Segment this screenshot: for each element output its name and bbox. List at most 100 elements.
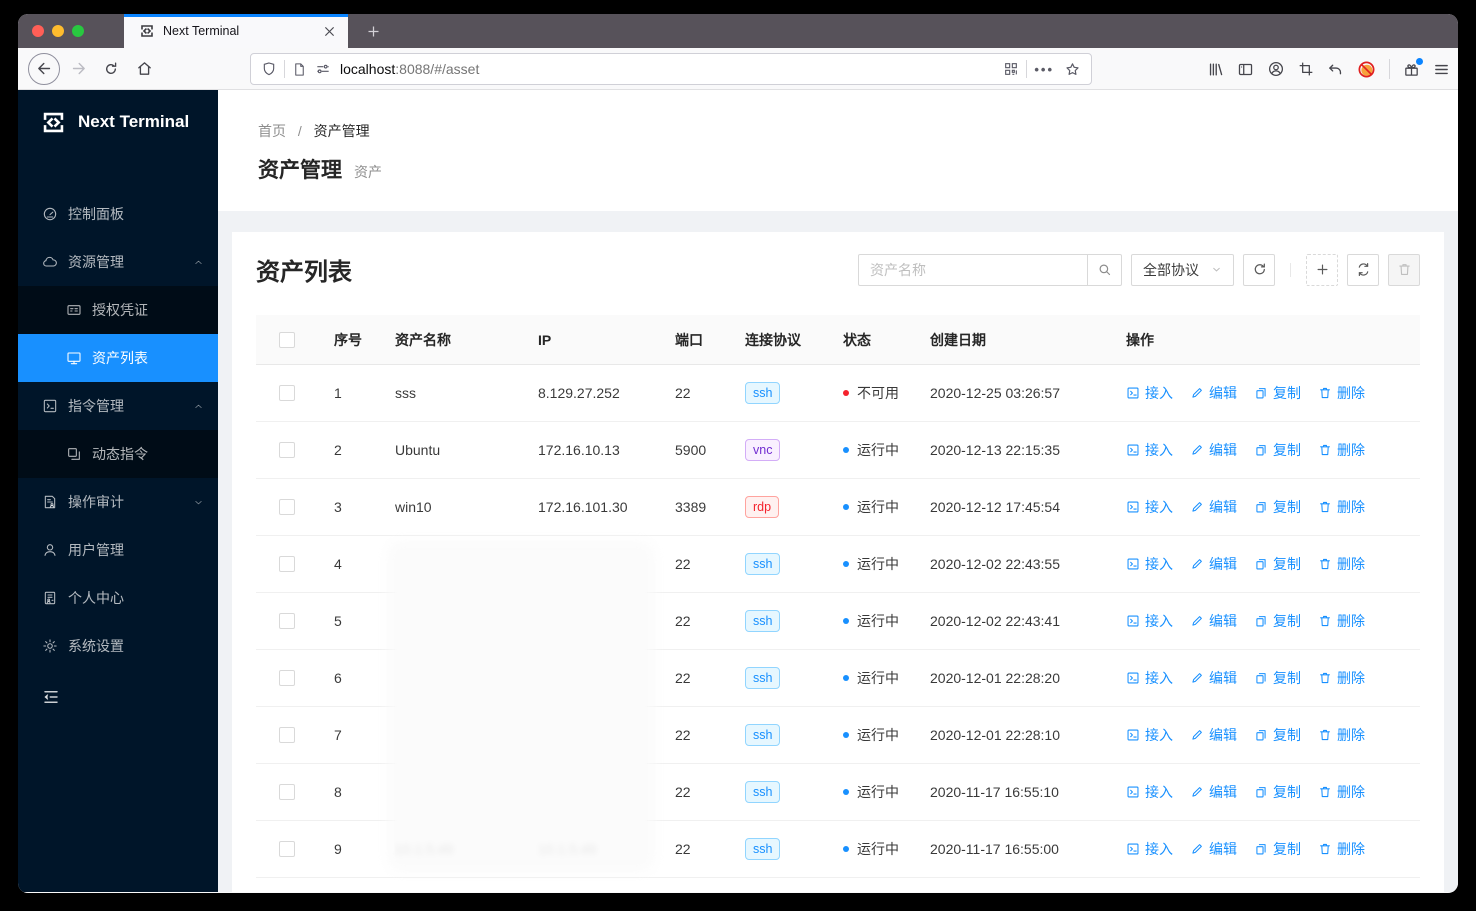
sidebar-item-resource[interactable]: 资源管理 [18, 238, 218, 286]
sidebar-item-profile[interactable]: 个人中心 [18, 574, 218, 622]
connect-link[interactable]: 接入 [1126, 839, 1173, 859]
edit-link[interactable]: 编辑 [1190, 611, 1237, 631]
window-minimize-button[interactable] [52, 25, 64, 37]
edit-link[interactable]: 编辑 [1190, 440, 1237, 460]
edit-link[interactable]: 编辑 [1190, 725, 1237, 745]
row-checkbox[interactable] [279, 727, 295, 743]
row-checkbox[interactable] [279, 556, 295, 572]
qr-code-icon[interactable] [1003, 61, 1019, 77]
connect-link[interactable]: 接入 [1126, 611, 1173, 631]
row-checkbox[interactable] [279, 670, 295, 686]
sidebar-item-command[interactable]: 指令管理 [18, 382, 218, 430]
row-checkbox[interactable] [279, 784, 295, 800]
connect-link[interactable]: 接入 [1126, 383, 1173, 403]
status-dot-icon [843, 561, 849, 567]
sidebar-item-dynamic-command[interactable]: 动态指令 [18, 430, 218, 478]
library-icon[interactable] [1207, 61, 1224, 78]
sidebars-icon[interactable] [1237, 61, 1254, 78]
row-checkbox[interactable] [279, 442, 295, 458]
sidebar-item-dashboard[interactable]: 控制面板 [18, 190, 218, 238]
add-asset-button[interactable] [1306, 253, 1338, 286]
search-button[interactable] [1088, 253, 1122, 286]
sidebar-item-user[interactable]: 用户管理 [18, 526, 218, 574]
created-date: 2020-12-01 22:28:20 [930, 670, 1060, 686]
edit-link[interactable]: 编辑 [1190, 554, 1237, 574]
menu-fold-icon[interactable] [42, 688, 60, 706]
delete-link[interactable]: 删除 [1318, 440, 1365, 460]
sidebar-item-asset-list[interactable]: 资产列表 [18, 334, 218, 382]
breadcrumb: 首页 / 资产管理 [258, 120, 1418, 142]
copy-link[interactable]: 复制 [1254, 497, 1301, 517]
connect-link[interactable]: 接入 [1126, 668, 1173, 688]
row-checkbox[interactable] [279, 613, 295, 629]
delete-link[interactable]: 删除 [1318, 725, 1365, 745]
copy-link[interactable]: 复制 [1254, 668, 1301, 688]
menu-hamburger-icon[interactable] [1433, 61, 1450, 78]
copy-link[interactable]: 复制 [1254, 440, 1301, 460]
protocol-select[interactable]: 全部协议 [1131, 253, 1234, 286]
account-icon[interactable] [1267, 60, 1285, 78]
trash-icon [1320, 672, 1330, 684]
delete-link[interactable]: 删除 [1318, 839, 1365, 859]
whats-new-gift-icon[interactable] [1403, 57, 1423, 78]
terminal-icon [1127, 558, 1139, 570]
page-info-icon[interactable] [292, 62, 307, 77]
copy-link[interactable]: 复制 [1254, 554, 1301, 574]
screenshot-icon[interactable] [1298, 61, 1314, 77]
window-close-button[interactable] [32, 25, 44, 37]
row-checkbox[interactable] [279, 499, 295, 515]
row-checkbox[interactable] [279, 841, 295, 857]
content-blocker-icon[interactable] [1357, 60, 1376, 79]
page-actions-icon[interactable]: ••• [1034, 62, 1054, 77]
delete-link[interactable]: 删除 [1318, 782, 1365, 802]
edit-link[interactable]: 编辑 [1190, 497, 1237, 517]
refresh-button[interactable] [1347, 253, 1379, 286]
address-bar[interactable]: localhost:8088/#/asset ••• [250, 53, 1092, 85]
copy-link[interactable]: 复制 [1254, 782, 1301, 802]
connect-link[interactable]: 接入 [1126, 554, 1173, 574]
connect-link[interactable]: 接入 [1126, 440, 1173, 460]
undo-icon[interactable] [1327, 61, 1344, 78]
sidebar-item-audit[interactable]: 操作审计 [18, 478, 218, 526]
delete-link[interactable]: 删除 [1318, 554, 1365, 574]
delete-link[interactable]: 删除 [1318, 611, 1365, 631]
tab-close-icon[interactable] [320, 22, 338, 40]
connect-link[interactable]: 接入 [1126, 725, 1173, 745]
row-checkbox[interactable] [279, 385, 295, 401]
reload-button[interactable] [96, 54, 126, 84]
trash-icon [1320, 558, 1330, 570]
sidebar-item-setting[interactable]: 系统设置 [18, 622, 218, 670]
permissions-icon[interactable] [315, 61, 331, 77]
delete-link[interactable]: 删除 [1318, 497, 1365, 517]
app-logo[interactable]: Next Terminal [18, 90, 218, 154]
status-cell: 运行中 [843, 782, 930, 802]
copy-link[interactable]: 复制 [1254, 839, 1301, 859]
sidebar-item-credential[interactable]: 授权凭证 [18, 286, 218, 334]
copy-link[interactable]: 复制 [1254, 725, 1301, 745]
browser-tab[interactable]: Next Terminal [124, 14, 348, 48]
edit-link[interactable]: 编辑 [1190, 383, 1237, 403]
edit-link[interactable]: 编辑 [1190, 668, 1237, 688]
asset-ip: 172.16.10.13 [538, 442, 620, 458]
copy-link[interactable]: 复制 [1254, 611, 1301, 631]
new-tab-button[interactable] [360, 19, 386, 43]
shield-icon[interactable] [261, 61, 277, 77]
batch-delete-button[interactable] [1388, 253, 1420, 286]
delete-link[interactable]: 删除 [1318, 383, 1365, 403]
edit-pencil-icon [1192, 559, 1202, 569]
back-button[interactable] [28, 52, 60, 85]
edit-link[interactable]: 编辑 [1190, 782, 1237, 802]
delete-link[interactable]: 删除 [1318, 668, 1365, 688]
window-zoom-button[interactable] [72, 25, 84, 37]
bookmark-star-icon[interactable] [1064, 61, 1081, 78]
breadcrumb-home[interactable]: 首页 [258, 123, 286, 139]
connect-link[interactable]: 接入 [1126, 782, 1173, 802]
forward-button[interactable] [63, 54, 93, 84]
search-input[interactable] [858, 253, 1088, 286]
undo-filter-button[interactable] [1243, 253, 1275, 286]
select-all-checkbox[interactable] [279, 331, 295, 348]
edit-link[interactable]: 编辑 [1190, 839, 1237, 859]
home-button[interactable] [129, 54, 159, 84]
copy-link[interactable]: 复制 [1254, 383, 1301, 403]
connect-link[interactable]: 接入 [1126, 497, 1173, 517]
